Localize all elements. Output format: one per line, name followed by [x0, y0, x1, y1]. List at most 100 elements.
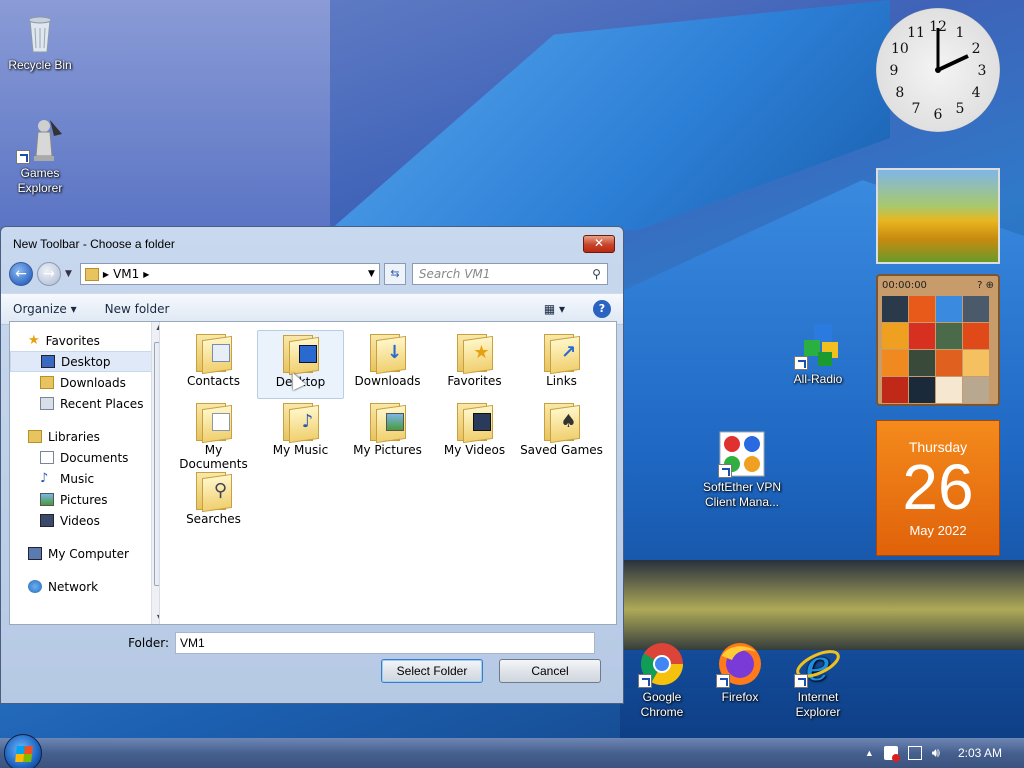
search-icon[interactable]: ⚲ — [592, 267, 601, 281]
folder-list: Contacts Desktop ↓ Downloads ★ Favorites… — [160, 322, 616, 624]
scroll-up-arrow-icon[interactable]: ▲ — [152, 322, 159, 331]
tray-clock[interactable]: 2:03 AM — [958, 746, 1002, 760]
shortcut-arrow-icon — [638, 674, 652, 688]
search-placeholder: Search VM1 — [418, 267, 491, 281]
softether-vpn-icon — [718, 430, 766, 478]
calendar-day-number: 26 — [902, 451, 974, 523]
folder-item-favorites[interactable]: ★ Favorites — [431, 330, 518, 399]
music-icon: ♪ — [40, 471, 49, 486]
back-arrow-icon: ← — [15, 266, 27, 282]
view-options-icon[interactable]: ▦ ▾ — [544, 302, 565, 316]
recent-pages-chevron-icon[interactable]: ▼ — [65, 269, 72, 279]
folder-item-saved-games[interactable]: ♠ Saved Games — [518, 399, 605, 468]
desktop-icon-label: Firefox — [721, 690, 759, 704]
folder-item-desktop[interactable]: Desktop — [257, 330, 344, 399]
internet-explorer-icon: e — [794, 640, 842, 690]
links-folder-icon: ↗ — [542, 332, 582, 372]
wallpaper-shape — [330, 0, 890, 230]
computer-icon — [28, 547, 42, 560]
nav-libraries[interactable]: Libraries — [10, 426, 159, 447]
back-button[interactable]: ← — [9, 262, 33, 286]
desktop-icon-games-explorer[interactable]: Games Explorer — [0, 116, 80, 196]
desktop-icon-internet-explorer[interactable]: e Internet Explorer — [778, 640, 858, 720]
folder-name-input[interactable] — [175, 632, 595, 654]
cancel-button[interactable]: Cancel — [499, 659, 601, 683]
nav-favorites[interactable]: ★ Favorites — [10, 330, 159, 351]
start-button[interactable] — [4, 734, 42, 768]
folder-label: Searches — [186, 512, 241, 526]
desktop-icon-label: SoftEther VPN Client Mana... — [702, 480, 782, 509]
nav-music[interactable]: ♪ Music — [10, 468, 159, 489]
folder-label: My Videos — [443, 443, 506, 457]
navigation-row: ← → ▼ ▶ VM1 ▶ ▼ ⇆ Search VM1 ⚲ — [1, 261, 623, 287]
puzzle-grid[interactable] — [882, 296, 994, 403]
folder-item-my-music[interactable]: ♪ My Music — [257, 399, 344, 468]
folder-item-searches[interactable]: ⚲ Searches — [170, 468, 257, 537]
all-radio-icon — [794, 322, 842, 370]
network-tray-icon[interactable] — [907, 746, 922, 760]
search-input[interactable]: Search VM1 ⚲ — [411, 263, 608, 285]
music-folder-icon: ♪ — [281, 401, 321, 441]
nav-videos[interactable]: Videos — [10, 510, 159, 531]
dialog-title: New Toolbar - Choose a folder — [13, 237, 175, 251]
nav-pictures[interactable]: Pictures — [10, 489, 159, 510]
action-center-icon[interactable] — [883, 746, 900, 762]
address-dropdown-icon[interactable]: ▼ — [368, 269, 375, 279]
breadcrumb-chevron-icon[interactable]: ▶ — [143, 270, 149, 279]
nav-label: Desktop — [61, 354, 111, 369]
select-folder-button[interactable]: Select Folder — [381, 659, 483, 683]
breadcrumb-vm1[interactable]: VM1 — [113, 267, 139, 281]
nav-label: My Computer — [48, 546, 129, 561]
forward-button[interactable]: → — [37, 262, 61, 286]
nav-documents[interactable]: Documents — [10, 447, 159, 468]
navigation-pane: ★ Favorites Desktop Downloads Recent Pla… — [10, 322, 160, 624]
desktop-icon-recycle-bin[interactable]: Recycle Bin — [0, 8, 80, 73]
desktop-icon-softether-vpn[interactable]: SoftEther VPN Client Mana... — [700, 430, 784, 510]
folder-label: Saved Games — [520, 443, 603, 457]
dialog-titlebar[interactable]: New Toolbar - Choose a folder — [1, 227, 623, 261]
nav-network[interactable]: Network — [10, 576, 159, 597]
nav-my-computer[interactable]: My Computer — [10, 543, 159, 564]
help-icon[interactable]: ? — [593, 300, 611, 318]
scroll-down-arrow-icon[interactable]: ▼ — [152, 613, 159, 622]
folder-item-contacts[interactable]: Contacts — [170, 330, 257, 399]
show-hidden-icons-icon[interactable]: ▲ — [865, 748, 874, 758]
documents-folder-icon — [194, 401, 234, 441]
desktop-icon-google-chrome[interactable]: Google Chrome — [622, 640, 702, 720]
slideshow-gadget-tulips[interactable] — [876, 168, 1000, 264]
nav-desktop[interactable]: Desktop — [10, 351, 159, 372]
desktop-icon-firefox[interactable]: Firefox — [700, 640, 780, 705]
recycle-bin-icon — [16, 8, 64, 56]
close-button[interactable]: ✕ — [583, 235, 615, 253]
recent-places-icon — [40, 397, 54, 410]
address-bar[interactable]: ▶ VM1 ▶ ▼ — [79, 263, 380, 285]
nav-scrollbar[interactable]: ▲ ▼ — [151, 322, 159, 624]
scroll-thumb[interactable] — [154, 342, 159, 586]
folder-item-downloads[interactable]: ↓ Downloads — [344, 330, 431, 399]
calendar-month-year: May 2022 — [909, 523, 967, 538]
shortcut-arrow-icon — [794, 356, 808, 370]
new-folder-button[interactable]: New folder — [105, 302, 170, 316]
desktop-icon-all-radio[interactable]: All-Radio — [778, 322, 858, 387]
clock-numeral: 3 — [978, 63, 987, 79]
picture-puzzle-gadget[interactable]: 00:00:00 ? ⊕ — [876, 274, 1000, 406]
refresh-button[interactable]: ⇆ — [383, 263, 406, 285]
clock-gadget[interactable]: 11 10 9 8 7 6 5 4 3 2 1 12 — [876, 8, 1000, 132]
puzzle-help-icon[interactable]: ? ⊕ — [977, 280, 994, 292]
folder-item-my-pictures[interactable]: My Pictures — [344, 399, 431, 468]
folder-item-links[interactable]: ↗ Links — [518, 330, 605, 399]
forward-arrow-icon: → — [43, 266, 55, 282]
folder-label: Folder: — [128, 636, 169, 650]
downloads-folder-icon: ↓ — [368, 332, 408, 372]
desktop-icon-label: Games Explorer — [17, 166, 63, 195]
nav-downloads[interactable]: Downloads — [10, 372, 159, 393]
nav-recent-places[interactable]: Recent Places — [10, 393, 159, 414]
folder-item-my-documents[interactable]: My Documents — [170, 399, 257, 471]
organize-button[interactable]: Organize ▾ — [13, 302, 77, 316]
folder-label: Favorites — [447, 374, 502, 388]
volume-icon[interactable]: 🔊︎ — [932, 745, 940, 761]
folder-item-my-videos[interactable]: My Videos — [431, 399, 518, 468]
clock-numeral: 9 — [890, 63, 899, 79]
calendar-gadget[interactable]: Thursday 26 May 2022 — [876, 420, 1000, 556]
clock-numeral: 8 — [895, 85, 904, 101]
